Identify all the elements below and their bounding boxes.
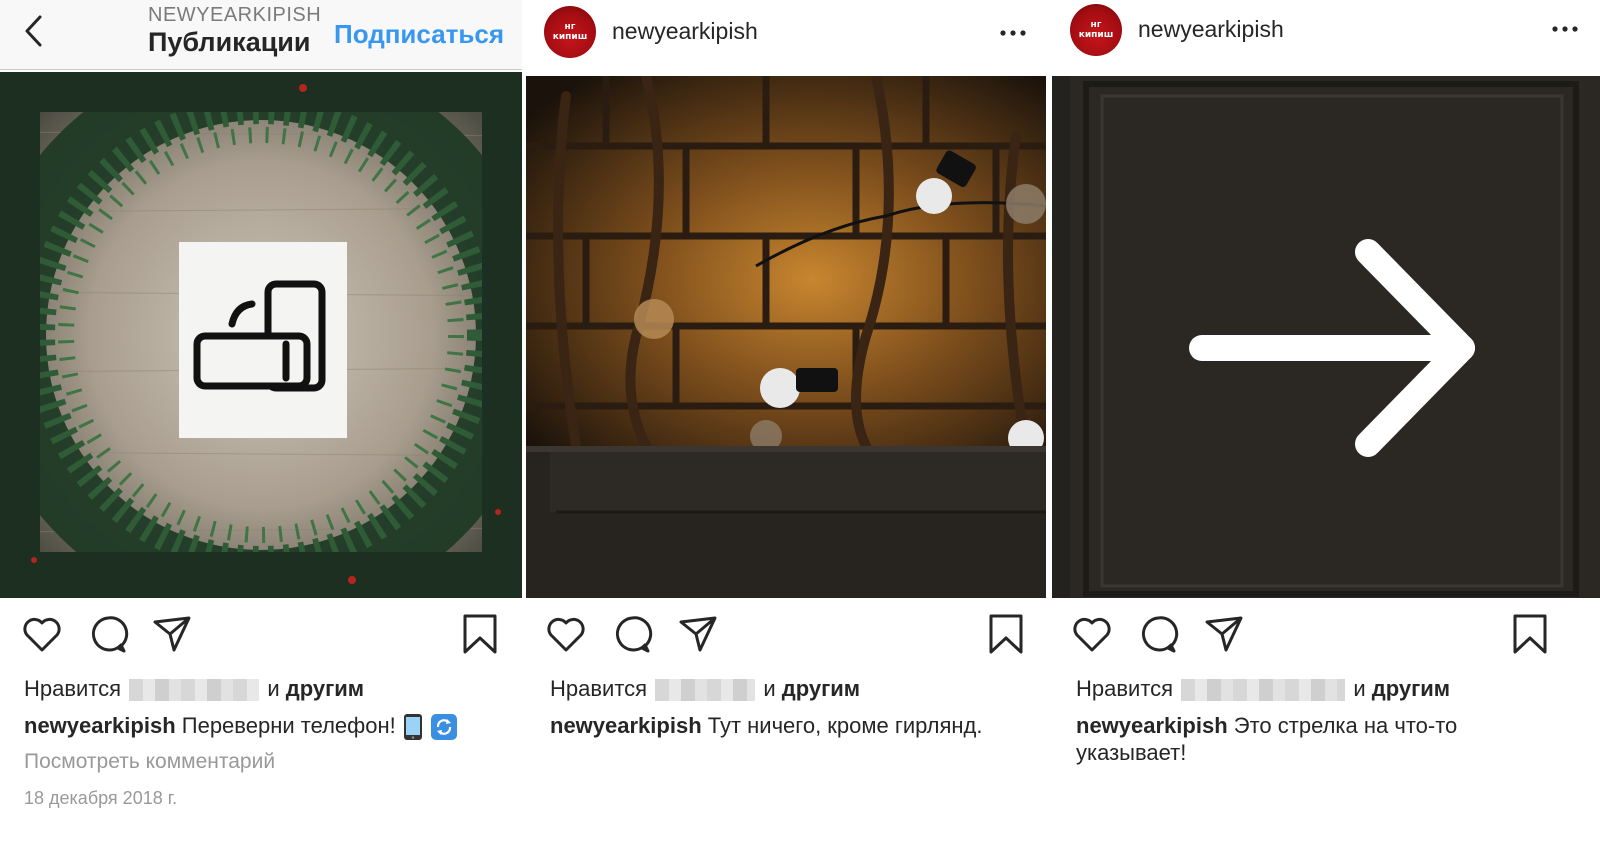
page-title: Публикации bbox=[148, 27, 311, 57]
share-icon[interactable] bbox=[676, 612, 720, 656]
post-actions bbox=[0, 612, 522, 662]
post-username[interactable]: newyearkipish bbox=[1138, 16, 1284, 43]
header-username: NEWYEARKIPISH bbox=[148, 4, 322, 26]
view-comments-link[interactable]: Посмотреть комментарий bbox=[24, 750, 275, 774]
more-dots-icon[interactable] bbox=[1552, 26, 1578, 32]
likes-line[interactable]: Нравится и другим bbox=[550, 676, 860, 702]
likes-line[interactable]: Нравится и другим bbox=[24, 676, 364, 702]
post-panel-1: NEWYEARKIPISH Публикации Подписаться Нра… bbox=[0, 0, 522, 842]
avatar-line1: нг bbox=[564, 22, 576, 32]
back-chevron-icon[interactable] bbox=[22, 14, 46, 48]
heart-icon[interactable] bbox=[544, 612, 588, 656]
post-image-wreath[interactable] bbox=[0, 72, 522, 598]
share-icon[interactable] bbox=[150, 612, 194, 656]
bookmark-icon[interactable] bbox=[1508, 612, 1552, 656]
likes-prefix: Нравится bbox=[1076, 676, 1174, 701]
heart-icon[interactable] bbox=[1070, 612, 1114, 656]
avatar[interactable]: нг кипиш bbox=[544, 6, 596, 58]
likes-suffix: и bbox=[763, 676, 776, 701]
post-caption: newyearkipish Тут ничего, кроме гирлянд. bbox=[550, 712, 1030, 739]
comment-icon[interactable] bbox=[610, 612, 654, 656]
comment-icon[interactable] bbox=[1136, 612, 1180, 656]
likes-prefix: Нравится bbox=[550, 676, 648, 701]
caption-username[interactable]: newyearkipish bbox=[24, 713, 176, 738]
post-header: нг кипиш newyearkipish bbox=[526, 0, 1048, 76]
rotate-arrows-emoji bbox=[431, 714, 457, 741]
blurred-username bbox=[655, 679, 756, 702]
likes-line[interactable]: Нравится и другим bbox=[1076, 676, 1450, 702]
post-actions bbox=[1052, 612, 1600, 662]
post-username[interactable]: newyearkipish bbox=[612, 18, 758, 45]
avatar-line2: кипиш bbox=[552, 32, 588, 42]
comment-icon[interactable] bbox=[86, 612, 130, 656]
heart-icon[interactable] bbox=[20, 612, 64, 656]
post-actions bbox=[526, 612, 1048, 662]
post-panel-3: нг кипиш newyearkipish Нравится и другим… bbox=[1052, 0, 1600, 842]
avatar-line2: кипиш bbox=[1078, 30, 1114, 40]
likes-others[interactable]: другим bbox=[286, 676, 364, 701]
likes-prefix: Нравится bbox=[24, 676, 122, 701]
more-dots-icon[interactable] bbox=[1000, 30, 1026, 36]
caption-text: Тут ничего, кроме гирлянд. bbox=[707, 713, 983, 738]
bookmark-icon[interactable] bbox=[458, 612, 502, 656]
caption-text: Переверни телефон! bbox=[181, 713, 396, 738]
avatar-line1: нг bbox=[1090, 20, 1102, 30]
post-date: 18 декабря 2018 г. bbox=[24, 788, 178, 808]
likes-suffix: и bbox=[1353, 676, 1366, 701]
blurred-username bbox=[129, 679, 260, 702]
caption-username[interactable]: newyearkipish bbox=[1076, 713, 1228, 738]
likes-suffix: и bbox=[267, 676, 280, 701]
blurred-username bbox=[1181, 679, 1346, 702]
likes-others[interactable]: другим bbox=[782, 676, 860, 701]
mobile-phone-emoji bbox=[403, 714, 422, 741]
navigation-bar: NEWYEARKIPISH Публикации Подписаться bbox=[0, 0, 522, 70]
post-image-garland[interactable] bbox=[526, 76, 1048, 598]
post-header: нг кипиш newyearkipish bbox=[1052, 0, 1600, 76]
likes-others[interactable]: другим bbox=[1372, 676, 1450, 701]
caption-username[interactable]: newyearkipish bbox=[550, 713, 702, 738]
bookmark-icon[interactable] bbox=[984, 612, 1028, 656]
post-image-arrow[interactable] bbox=[1052, 76, 1600, 598]
post-caption: newyearkipish Переверни телефон! bbox=[24, 712, 504, 741]
post-panel-2: нг кипиш newyearkipish Нравится и другим… bbox=[526, 0, 1048, 842]
avatar[interactable]: нг кипиш bbox=[1070, 4, 1122, 56]
post-caption: newyearkipish Это стрелка на что-то указ… bbox=[1076, 712, 1516, 766]
follow-button[interactable]: Подписаться bbox=[334, 19, 504, 50]
share-icon[interactable] bbox=[1202, 612, 1246, 656]
